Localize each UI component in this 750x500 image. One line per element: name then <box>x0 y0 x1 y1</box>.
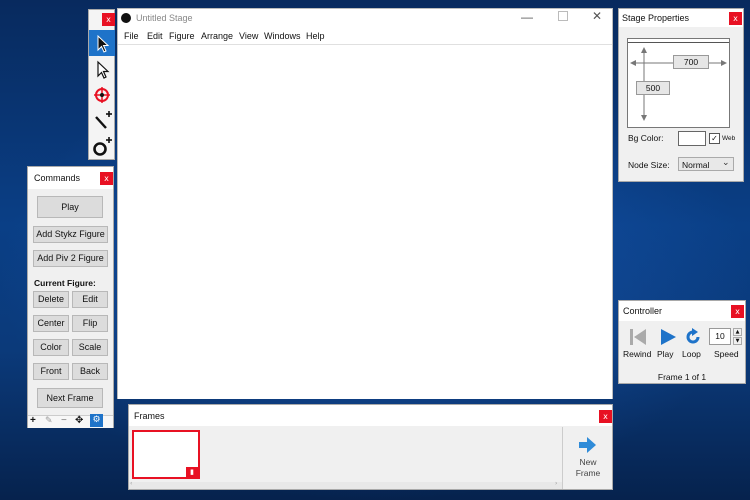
remove-icon[interactable]: − <box>61 415 67 426</box>
commands-panel: Commands x Play Add Stykz Figure Add Piv… <box>27 166 114 428</box>
node-size-value: Normal <box>682 160 710 170</box>
add-line-icon[interactable] <box>89 108 115 134</box>
frames-title: Frames <box>134 411 165 421</box>
commands-close-button[interactable]: x <box>100 172 113 185</box>
controller-title: Controller <box>623 306 663 316</box>
add-circle-icon[interactable] <box>89 134 115 160</box>
frame-thumbnail[interactable]: ▮ <box>132 430 200 479</box>
stage-canvas[interactable] <box>118 44 612 399</box>
menu-file[interactable]: File <box>124 31 139 41</box>
menu-figure[interactable]: Figure <box>169 31 195 41</box>
speed-input[interactable]: 10 <box>709 328 731 345</box>
controller-panel: Controller x Rewind Play Loop 10 ▲ ▼ Spe… <box>618 300 746 384</box>
commands-bottom-bar: + ✎ − ✥ ⚙ <box>28 414 113 428</box>
commands-title: Commands <box>34 173 81 183</box>
app-logo-icon <box>121 13 131 23</box>
hollow-arrow-icon[interactable] <box>89 56 115 82</box>
stage-properties-close-button[interactable]: x <box>729 12 742 25</box>
frame-strip: ▮ ‹ › <box>129 427 562 489</box>
scroll-right-icon[interactable]: › <box>555 480 557 487</box>
stage-properties-panel: Stage Properties x 700 500 Bg Color: ✓ W… <box>618 8 744 182</box>
minimize-button[interactable]: — <box>521 10 533 24</box>
add-icon[interactable]: + <box>30 415 36 426</box>
rewind-icon[interactable] <box>629 328 647 346</box>
menu-view[interactable]: View <box>239 31 258 41</box>
frames-titlebar: Frames <box>129 405 612 426</box>
color-button[interactable]: Color <box>33 339 69 356</box>
new-frame-label-line2: Frame <box>575 468 601 478</box>
controller-play-label: Play <box>657 349 674 359</box>
menu-windows[interactable]: Windows <box>264 31 301 41</box>
divider <box>562 427 563 489</box>
loop-label: Loop <box>682 349 701 359</box>
frames-scrollbar[interactable]: ‹ › <box>129 480 562 489</box>
node-size-label: Node Size: <box>628 160 670 170</box>
menu-arrange[interactable]: Arrange <box>201 31 233 41</box>
controller-close-button[interactable]: x <box>731 305 744 318</box>
stage-properties-title: Stage Properties <box>622 13 690 23</box>
close-window-button[interactable]: ✕ <box>592 9 602 23</box>
toolbox-panel: x <box>88 9 115 160</box>
stage-properties-titlebar: Stage Properties <box>619 9 743 27</box>
controller-titlebar: Controller <box>619 301 745 321</box>
back-button[interactable]: Back <box>72 363 108 380</box>
edit-button[interactable]: Edit <box>72 291 108 308</box>
stage-size-preview: 700 500 <box>627 38 730 128</box>
move-icon[interactable]: ✥ <box>75 415 83 426</box>
new-frame-button[interactable]: New Frame <box>569 437 607 483</box>
select-arrow-icon[interactable] <box>89 30 115 56</box>
menu-edit[interactable]: Edit <box>147 31 163 41</box>
speed-down-button[interactable]: ▼ <box>733 337 742 345</box>
delete-frame-icon[interactable]: ▮ <box>186 467 198 477</box>
current-figure-label: Current Figure: <box>34 278 96 288</box>
chevron-down-icon: ⌄ <box>722 158 730 168</box>
flip-button[interactable]: Flip <box>72 315 108 332</box>
pencil-icon[interactable]: ✎ <box>45 416 53 426</box>
node-size-select[interactable]: Normal ⌄ <box>678 157 734 171</box>
front-button[interactable]: Front <box>33 363 69 380</box>
web-label: Web <box>722 135 736 142</box>
center-button[interactable]: Center <box>33 315 69 332</box>
speed-up-button[interactable]: ▲ <box>733 328 742 336</box>
frame-status: Frame 1 of 1 <box>657 372 707 382</box>
play-button[interactable]: Play <box>37 196 103 218</box>
stage-height-field[interactable]: 500 <box>636 81 670 95</box>
stage-width-field[interactable]: 700 <box>673 55 709 69</box>
menu-help[interactable]: Help <box>306 31 325 41</box>
rewind-label: Rewind <box>623 349 652 359</box>
target-icon[interactable] <box>89 82 115 108</box>
bg-color-swatch[interactable] <box>678 131 706 146</box>
settings-icon[interactable]: ⚙ <box>90 414 103 427</box>
loop-icon[interactable] <box>684 328 702 346</box>
new-frame-label-line1: New <box>579 457 597 467</box>
window-title: Untitled Stage <box>136 13 193 23</box>
toolbox-close-button[interactable]: x <box>102 13 115 26</box>
play-icon[interactable] <box>659 328 677 346</box>
add-stykz-figure-button[interactable]: Add Stykz Figure <box>33 226 108 243</box>
arrow-right-icon <box>579 437 596 453</box>
bg-color-label: Bg Color: <box>628 133 664 143</box>
scroll-left-icon[interactable]: ‹ <box>130 480 132 487</box>
maximize-button[interactable] <box>558 11 568 21</box>
add-piv2-figure-button[interactable]: Add Piv 2 Figure <box>33 250 108 267</box>
delete-button[interactable]: Delete <box>33 291 69 308</box>
scale-button[interactable]: Scale <box>72 339 108 356</box>
web-checkbox[interactable]: ✓ <box>709 133 720 144</box>
frames-panel: Frames x ▮ ‹ › New Frame <box>128 404 613 490</box>
stage-window: Untitled Stage — ✕ File Edit Figure Arra… <box>117 8 613 399</box>
speed-label: Speed <box>714 349 739 359</box>
frames-close-button[interactable]: x <box>599 410 612 423</box>
next-frame-button[interactable]: Next Frame <box>37 388 103 408</box>
